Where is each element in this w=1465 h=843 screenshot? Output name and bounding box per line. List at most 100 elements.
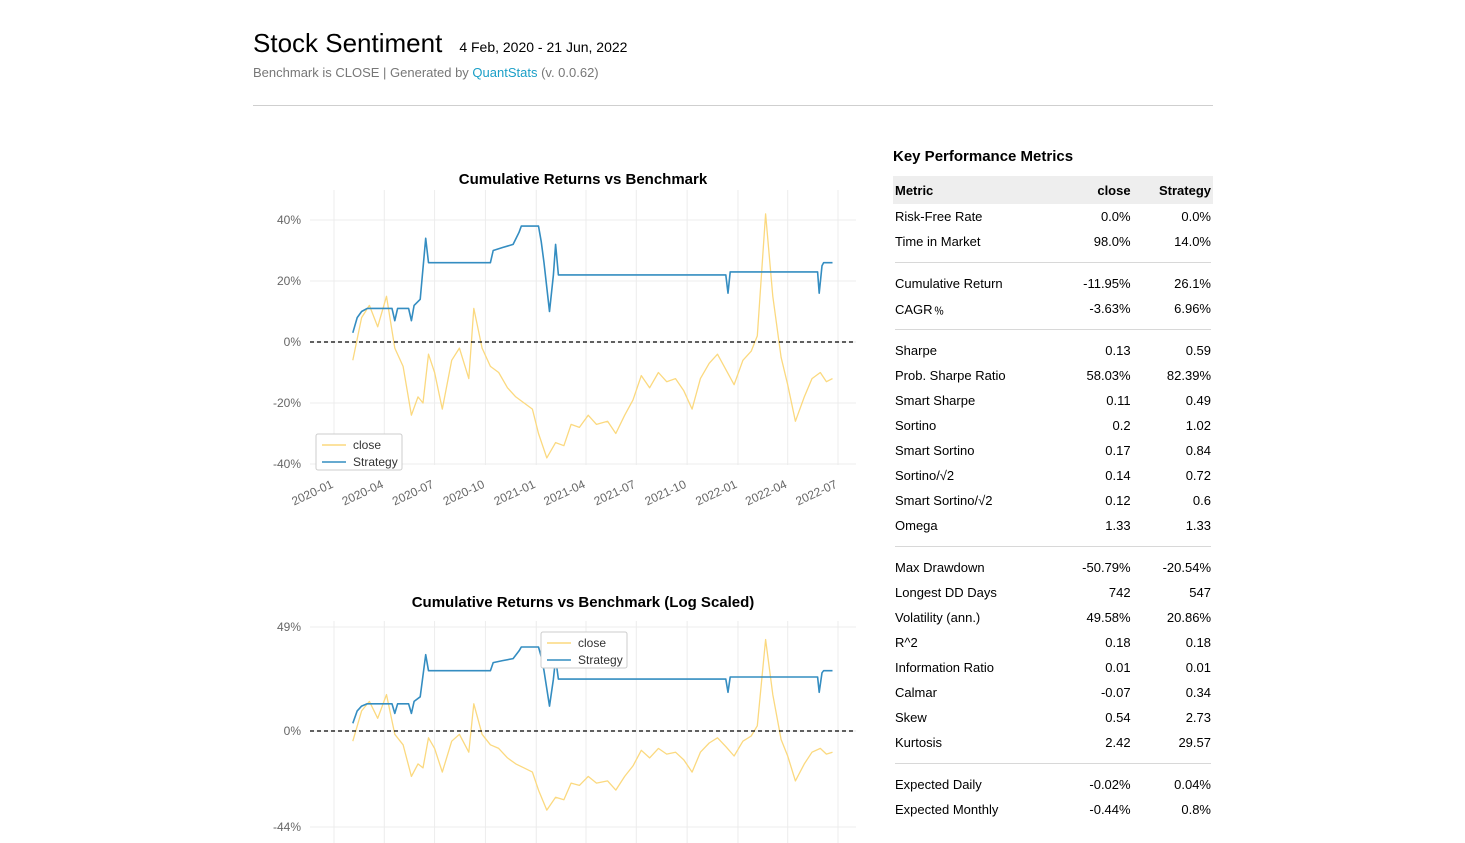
metric-row: Kurtosis 2.42 29.57	[893, 730, 1213, 755]
legend-label: Strategy	[353, 455, 398, 469]
strategy-value: 0.34	[1185, 685, 1211, 700]
metric-row: Expected Daily -0.02% 0.04%	[893, 772, 1213, 797]
strategy-value: 14.0%	[1174, 234, 1211, 249]
close-value: -11.95%	[1083, 276, 1131, 291]
metric-name: Kurtosis	[895, 735, 942, 750]
metric-name: Longest DD Days	[895, 585, 997, 600]
y-tick-label: 20%	[277, 274, 301, 288]
metric-row: Cumulative Return -11.95% 26.1%	[893, 271, 1213, 296]
strategy-value: 1.33	[1185, 518, 1211, 533]
header-divider	[253, 105, 1213, 106]
strategy-value: 0.84	[1185, 443, 1211, 458]
metric-name: Smart Sharpe	[895, 393, 976, 408]
legend-label: Strategy	[578, 653, 623, 667]
x-tick-label: 2020-04	[340, 477, 386, 508]
y-tick-label: 40%	[277, 213, 301, 227]
separator-line	[895, 546, 1211, 547]
metric-name: Sharpe	[895, 343, 937, 358]
close-value: 98.0%	[1093, 234, 1131, 249]
metric-row: Risk-Free Rate 0.0% 0.0%	[893, 204, 1213, 229]
strategy-value: 0.18	[1185, 635, 1211, 650]
metric-name: Smart Sortino	[895, 443, 975, 458]
close-value: -50.79%	[1082, 560, 1131, 575]
cumulative-returns-chart: Cumulative Returns vs Benchmark 40% 20% 0% -…	[273, 171, 856, 508]
metric-row: Smart Sortino/√2 0.12 0.6	[893, 488, 1213, 513]
chart-title: Cumulative Returns vs Benchmark (Log Sca…	[412, 594, 755, 611]
metric-row: Smart Sharpe 0.11 0.49	[893, 388, 1213, 413]
metric-row: Information Ratio 0.01 0.01	[893, 655, 1213, 680]
metric-row: CAGR﹪ -3.63% 6.96%	[893, 296, 1213, 321]
close-value: 0.2	[1112, 418, 1131, 433]
metrics-separator	[893, 755, 1213, 772]
close-value: 2.42	[1105, 735, 1131, 750]
report-header: Stock Sentiment 4 Feb, 2020 - 21 Jun, 20…	[253, 28, 1213, 80]
metric-name: R^2	[895, 635, 918, 650]
x-tick-label: 2022-01	[693, 477, 739, 508]
metrics-separator	[893, 254, 1213, 271]
metric-row: Time in Market 98.0% 14.0%	[893, 229, 1213, 254]
y-tick-label: -40%	[273, 457, 301, 471]
metric-name: Expected Daily	[895, 777, 982, 792]
y-tick-label: -20%	[273, 396, 301, 410]
strategy-value: 0.04%	[1174, 777, 1211, 792]
strategy-value: 0.8%	[1181, 802, 1211, 817]
metric-row: Smart Sortino 0.17 0.84	[893, 438, 1213, 463]
metrics-table: Metric close Strategy Risk-Free Rate 0.0%…	[893, 176, 1213, 822]
col-header-close: close	[1057, 176, 1133, 204]
strategy-value: 0.49	[1185, 393, 1211, 408]
separator-cell	[893, 254, 1213, 271]
strategy-value: 0.59	[1185, 343, 1211, 358]
y-tick-label: 0%	[284, 724, 302, 738]
close-value: 0.17	[1105, 443, 1131, 458]
close-value: 49.58%	[1086, 610, 1131, 625]
close-value: 0.01	[1105, 660, 1131, 675]
metric-row: Sortino/√2 0.14 0.72	[893, 463, 1213, 488]
metrics-body: Risk-Free Rate 0.0% 0.0% Time in Market 98.0…	[893, 204, 1213, 822]
separator-cell	[893, 755, 1213, 772]
metric-name: Expected Monthly	[895, 802, 999, 817]
close-value: 0.13	[1105, 343, 1131, 358]
metric-row: Skew 0.54 2.73	[893, 705, 1213, 730]
metrics-separator	[893, 321, 1213, 338]
legend-label: close	[353, 438, 381, 452]
strategy-value: 20.86%	[1166, 610, 1211, 625]
col-header-strategy: Strategy	[1132, 176, 1213, 204]
metric-row: Calmar -0.07 0.34	[893, 680, 1213, 705]
metrics-separator	[893, 538, 1213, 555]
subtitle-prefix: Benchmark is CLOSE | Generated by	[253, 65, 473, 80]
x-tick-label: 2022-07	[793, 477, 839, 508]
metric-name: Smart Sortino/√2	[895, 493, 993, 508]
close-value: 0.11	[1106, 393, 1131, 408]
metric-row: Volatility (ann.) 49.58% 20.86%	[893, 605, 1213, 630]
metric-name: Sortino	[895, 418, 937, 433]
close-value: 0.0%	[1100, 209, 1131, 224]
strategy-value: 82.39%	[1166, 368, 1211, 383]
strategy-value: 0.01	[1185, 660, 1211, 675]
key-metrics-panel: Key Performance Metrics Metric close Str…	[893, 148, 1213, 822]
close-value: 742	[1108, 585, 1131, 600]
strategy-value: 29.57	[1178, 735, 1211, 750]
metric-name: CAGR﹪	[895, 302, 946, 317]
close-value: -0.07	[1100, 685, 1131, 700]
separator-line	[895, 763, 1211, 764]
metric-row: Max Drawdown -50.79% -20.54%	[893, 555, 1213, 580]
metrics-header-row: Metric close Strategy	[893, 176, 1213, 204]
close-value: -3.63%	[1089, 301, 1131, 316]
metric-row: Longest DD Days 742 547	[893, 580, 1213, 605]
close-value: 0.12	[1105, 493, 1131, 508]
metric-name: Omega	[895, 518, 938, 533]
metric-name: Volatility (ann.)	[895, 610, 981, 625]
metric-row: R^2 0.18 0.18	[893, 630, 1213, 655]
report-subtitle: Benchmark is CLOSE | Generated by QuantS…	[253, 65, 1213, 80]
chart-title: Cumulative Returns vs Benchmark	[459, 171, 708, 188]
metric-name: Prob. Sharpe Ratio	[895, 368, 1006, 383]
metric-row: Omega 1.33 1.33	[893, 513, 1213, 538]
metric-name: Max Drawdown	[895, 560, 985, 575]
title-row: Stock Sentiment 4 Feb, 2020 - 21 Jun, 20…	[253, 28, 1213, 59]
strategy-value: 0.0%	[1181, 209, 1211, 224]
quantstats-link[interactable]: QuantStats	[472, 65, 537, 80]
metric-name: Sortino/√2	[895, 468, 955, 483]
strategy-value: 2.73	[1185, 710, 1211, 725]
metric-row: Sortino 0.2 1.02	[893, 413, 1213, 438]
strategy-value: 26.1%	[1174, 276, 1211, 291]
